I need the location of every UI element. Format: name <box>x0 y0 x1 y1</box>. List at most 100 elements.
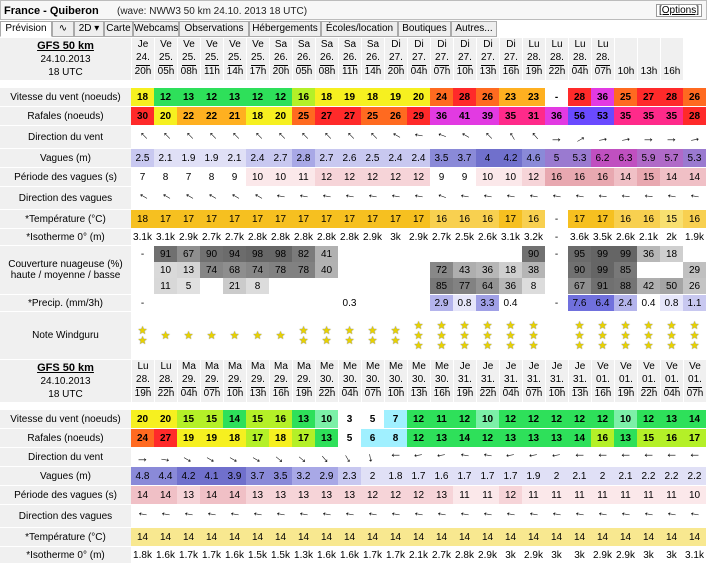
cloud-cover-cell: 68 <box>223 262 246 278</box>
isotherm-cell: 2.9k <box>363 231 382 243</box>
tab-webcams[interactable]: Webcams <box>133 21 179 37</box>
hour: 19h <box>295 388 313 399</box>
wave-height-cell: 5.3 <box>683 149 706 167</box>
cloud-cover-cell <box>361 278 384 294</box>
wave-height-cell: 2 <box>545 467 568 485</box>
day-date: 25. <box>228 52 242 66</box>
gust-cell: 20 <box>269 107 292 125</box>
gust-cell: 36 <box>545 107 568 125</box>
wave-height-cell: 6.3 <box>614 149 637 167</box>
wave-period-cell: 14 <box>683 168 706 186</box>
cloud-cover-cell: 50 <box>660 278 683 294</box>
star-icon: ★ <box>505 319 516 332</box>
time-column-header: Me 30. 10h <box>384 360 407 402</box>
wind-direction-arrow-icon: → <box>550 129 563 145</box>
precip-cell <box>292 295 315 311</box>
day-date: 27. <box>412 52 426 66</box>
hour: 07h <box>433 66 451 77</box>
day-name: Di <box>506 39 516 50</box>
day-name: Ve <box>666 361 678 372</box>
wind-speed-cell: 16 <box>292 88 315 106</box>
windguru-rating-cell: ★ ★ <box>292 312 315 359</box>
model-name-link[interactable]: GFS 50 km <box>37 362 94 375</box>
isotherm-row: *Isotherme 0° (m) 3.1k 3.1k 2.9k 2.7k 2.7k 2.8… <box>0 229 709 245</box>
wave-height-cell: 2.4 <box>246 149 269 167</box>
wave-height-cell: 3.5 <box>269 467 292 485</box>
tab-wave-icon[interactable]: ∿ <box>52 21 74 37</box>
precip-row-label: *Precip. (mm/3h) <box>0 295 131 311</box>
temperature-cell: 14 <box>430 528 453 546</box>
model-name-link[interactable]: GFS 50 km <box>37 40 94 53</box>
hour: 08h <box>180 66 198 77</box>
gust-cell: 56 <box>568 107 591 125</box>
cloud-cover-cell: - <box>545 246 568 262</box>
hour: 13h <box>479 66 497 77</box>
wave-direction-arrow-icon: → <box>456 507 473 525</box>
hour: 13h <box>571 388 589 399</box>
hour: 04h <box>341 388 359 399</box>
cloud-cover-cell: 90 <box>200 246 223 262</box>
precip-cell: - <box>131 295 154 311</box>
temperature-cell: 14 <box>453 528 476 546</box>
hour: 22h <box>318 388 336 399</box>
isotherm-cell: 1.6k <box>225 549 244 561</box>
gust-cell: 25 <box>361 107 384 125</box>
wave-period-cell: 12 <box>522 168 545 186</box>
precip-cell <box>361 295 384 311</box>
time-column-header: Di 27. 20h <box>384 38 407 80</box>
wind-speed-cell: 20 <box>407 88 430 106</box>
wind-speed-cell: 23 <box>499 88 522 106</box>
cloud-cover-cell: 91 <box>154 246 177 262</box>
gust-cell: 15 <box>637 429 660 447</box>
isotherm-cell: 1.7k <box>202 549 221 561</box>
time-column-header: Je 31. 19h <box>453 360 476 402</box>
cloud-cover-cell <box>338 278 361 294</box>
gust-cell: 19 <box>177 429 200 447</box>
tab-ecoles[interactable]: Écoles/location <box>321 21 398 37</box>
tab-autres[interactable]: Autres... <box>451 21 497 37</box>
star-icon: ★ <box>321 334 332 347</box>
wave-period-cell: 7 <box>177 168 200 186</box>
temperature-cell: 15 <box>660 210 683 228</box>
tab-prevision[interactable]: Prévision <box>0 21 52 37</box>
tab-boutiques[interactable]: Boutiques <box>398 21 451 37</box>
hour: 22h <box>640 388 658 399</box>
tab-hebergements[interactable]: Hébergements <box>249 21 321 37</box>
temperature-cell: 14 <box>476 528 499 546</box>
tab-carte[interactable]: Carte <box>104 21 133 37</box>
time-column-header: Ma 29. 04h <box>177 360 200 402</box>
isotherm-cell: 2.8k <box>294 231 313 243</box>
wave-direction-arrow-icon: → <box>571 507 588 525</box>
windguru-rating-cell: ★ ★ ★ <box>407 312 430 359</box>
period-row-2-label: Période des vagues (s) <box>0 486 131 504</box>
wave-height-cell: 2 <box>591 467 614 485</box>
hour: 10h <box>387 388 405 399</box>
day-date: 01. <box>619 374 633 388</box>
spot-title: France - Quiberon <box>4 5 99 17</box>
wave-height-cell: 1.6 <box>430 467 453 485</box>
wave-direction-arrow-icon: → <box>133 188 152 208</box>
precip-cell <box>315 295 338 311</box>
wind-direction-arrow-icon: → <box>433 448 450 466</box>
day-name: Me <box>320 361 334 372</box>
cloud-cover-cell: 40 <box>315 262 338 278</box>
gust-cell: 13 <box>614 429 637 447</box>
isotherm-cell: 3.6k <box>570 231 589 243</box>
options-link[interactable]: [Options] <box>655 4 702 17</box>
day-name: Di <box>414 39 424 50</box>
wind-speed-cell: 15 <box>200 410 223 428</box>
tab-observations[interactable]: Observations <box>179 21 249 37</box>
tab-2d[interactable]: 2D ▾ <box>74 21 104 37</box>
star-icon: ★ <box>597 329 608 342</box>
wind-speed-cell: 11 <box>430 410 453 428</box>
cloud-cover-cell <box>453 246 476 262</box>
star-icon: ★ <box>344 334 355 347</box>
star-icon: ★ <box>574 339 585 352</box>
time-column-header: Ve 25. 14h <box>223 38 246 80</box>
wave-direction-arrow-icon: → <box>663 189 680 207</box>
wind-speed-cell: 26 <box>476 88 499 106</box>
gust-cell: 13 <box>499 429 522 447</box>
gust-cell: 16 <box>591 429 614 447</box>
day-date: 30. <box>389 374 403 388</box>
wave-direction-arrow-icon: → <box>225 188 244 208</box>
